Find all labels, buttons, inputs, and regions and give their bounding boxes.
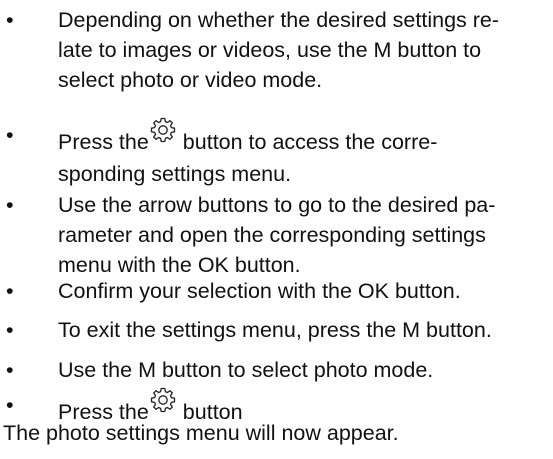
bullet-point: • (6, 193, 14, 217)
bullet-point: • (6, 358, 14, 382)
text-line: sponding settings menu. (58, 162, 292, 186)
list-item-text: Press the button to access the corre- sp… (58, 117, 548, 189)
bullet-point: • (6, 318, 14, 342)
list-item-text: Confirm your selection with the OK butto… (58, 276, 548, 306)
text-line: late to images or videos, use the M butt… (58, 38, 482, 62)
bullet-point: • (6, 8, 14, 32)
text-line: To exit the settings menu, press the M b… (58, 318, 492, 342)
text-line: Depending on whether the desired setting… (58, 8, 500, 32)
bullet-point: • (6, 279, 14, 303)
list-item-text: Use the arrow buttons to go to the desir… (58, 190, 548, 280)
settings-gear-icon (150, 387, 175, 413)
text-fragment: Press the (58, 130, 149, 154)
text-fragment: button to access the corre- (176, 130, 438, 154)
settings-gear-icon (150, 117, 175, 143)
bullet-point: • (6, 393, 14, 417)
instructions-document: • Depending on whether the desired setti… (0, 0, 553, 459)
list-item-text: To exit the settings menu, press the M b… (58, 315, 548, 345)
text-line: Press the button to access the corre- (58, 117, 548, 159)
list-item-text: Depending on whether the desired setting… (58, 5, 548, 95)
text-line: Use the arrow buttons to go to the desir… (58, 193, 496, 217)
bullet-point: • (6, 123, 14, 147)
text-line: Use the M button to select photo mode. (58, 358, 434, 382)
text-line: Confirm your selection with the OK butto… (58, 279, 461, 303)
list-item-text: Use the M button to select photo mode. (58, 355, 548, 385)
footer-text: The photo settings menu will now appear. (3, 421, 399, 445)
text-line: rameter and open the corresponding setti… (58, 223, 486, 247)
text-line: select photo or video mode. (58, 68, 323, 92)
